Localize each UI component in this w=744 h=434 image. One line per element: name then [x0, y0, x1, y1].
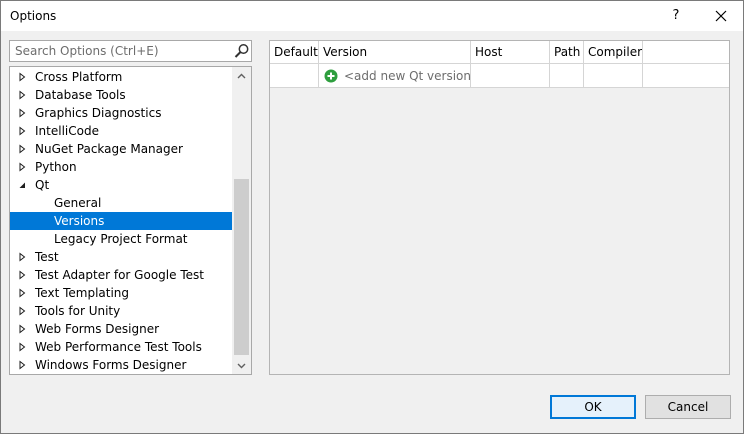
tree-item[interactable]: Legacy Project Format	[10, 230, 232, 248]
tree-item-label: Qt	[35, 178, 50, 192]
grid-header: Default Version Host Path Compiler	[270, 41, 729, 64]
tree-item[interactable]: Tools for Unity	[10, 302, 232, 320]
tree-item[interactable]: Python	[10, 158, 232, 176]
tree-item[interactable]: IntelliCode	[10, 122, 232, 140]
expand-arrow-icon[interactable]	[17, 126, 27, 136]
ok-button[interactable]: OK	[550, 395, 636, 419]
options-tree: Cross Platform Database Tools Graphics Dia…	[9, 66, 252, 375]
help-button[interactable]: ?	[653, 1, 699, 31]
tree-item-label: Text Templating	[35, 286, 130, 300]
qt-versions-grid: Default Version Host Path Compiler <add …	[269, 40, 730, 375]
tree-item[interactable]: Qt	[10, 176, 232, 194]
add-version-label[interactable]: <add new Qt version>	[344, 64, 470, 87]
cell-compiler	[584, 64, 643, 87]
tree-item[interactable]: Database Tools	[10, 86, 232, 104]
column-header-filler	[643, 41, 729, 63]
tree-item[interactable]: Test Adapter for Google Test	[10, 266, 232, 284]
search-input[interactable]	[10, 41, 230, 61]
expand-arrow-icon[interactable]	[17, 288, 27, 298]
tree-item[interactable]: Web Performance Test Tools	[10, 338, 232, 356]
close-button[interactable]	[699, 1, 743, 31]
expand-arrow-icon[interactable]	[17, 342, 27, 352]
expand-arrow-icon[interactable]	[17, 162, 27, 172]
tree-item-label: Python	[35, 160, 77, 174]
options-dialog: Options ? Cross Platform Database Tools Gr…	[0, 0, 744, 434]
tree-item[interactable]: Versions	[10, 212, 232, 230]
close-icon	[715, 10, 727, 22]
expand-arrow-icon[interactable]	[17, 108, 27, 118]
expand-arrow-icon[interactable]	[17, 72, 27, 82]
column-header-path[interactable]: Path	[550, 41, 584, 63]
add-version-cell[interactable]: <add new Qt version>	[319, 64, 471, 87]
cell-path	[550, 64, 584, 87]
tree-scrollbar[interactable]	[232, 67, 251, 374]
tree-item[interactable]: Windows Forms Designer	[10, 356, 232, 374]
tree-item-label: Test	[35, 250, 59, 264]
tree-item-label: NuGet Package Manager	[35, 142, 183, 156]
search-icon[interactable]	[234, 43, 250, 59]
tree-item-label: Database Tools	[35, 88, 126, 102]
expand-arrow-icon[interactable]	[17, 324, 27, 334]
tree-item[interactable]: Text Templating	[10, 284, 232, 302]
scroll-down-button[interactable]	[232, 357, 251, 374]
tree-item[interactable]: NuGet Package Manager	[10, 140, 232, 158]
expand-arrow-icon[interactable]	[17, 306, 27, 316]
expand-arrow-icon[interactable]	[17, 252, 27, 262]
tree-item-label: Web Forms Designer	[35, 322, 160, 336]
tree-item-label: Versions	[54, 214, 105, 228]
tree-item-label: General	[54, 196, 102, 210]
column-header-compiler[interactable]: Compiler	[584, 41, 643, 63]
tree-item-label: Web Performance Test Tools	[35, 340, 202, 354]
cell-filler	[643, 64, 729, 87]
chevron-down-icon	[237, 363, 246, 368]
plus-circle-icon[interactable]	[324, 69, 338, 83]
cancel-button[interactable]: Cancel	[645, 395, 731, 419]
tree-item[interactable]: Test	[10, 248, 232, 266]
tree-item-label: Legacy Project Format	[54, 232, 188, 246]
cell-default	[270, 64, 319, 87]
tree-item-label: Cross Platform	[35, 70, 123, 84]
chevron-up-icon	[237, 73, 246, 78]
search-box[interactable]	[9, 40, 252, 62]
scroll-up-button[interactable]	[232, 67, 251, 84]
tree-item[interactable]: General	[10, 194, 232, 212]
tree-item-label: IntelliCode	[35, 124, 99, 138]
column-header-default[interactable]: Default	[270, 41, 319, 63]
tree-item-label: Windows Forms Designer	[35, 358, 187, 372]
collapse-arrow-icon[interactable]	[17, 180, 27, 190]
expand-arrow-icon[interactable]	[17, 90, 27, 100]
scroll-thumb[interactable]	[234, 179, 249, 355]
tree-item[interactable]: Graphics Diagnostics	[10, 104, 232, 122]
expand-arrow-icon[interactable]	[17, 144, 27, 154]
column-header-version[interactable]: Version	[319, 41, 471, 63]
window-title: Options	[10, 9, 57, 23]
expand-arrow-icon[interactable]	[17, 270, 27, 280]
tree-item-label: Graphics Diagnostics	[35, 106, 162, 120]
add-version-row[interactable]: <add new Qt version>	[270, 64, 729, 88]
tree-item-label: Test Adapter for Google Test	[35, 268, 204, 282]
tree-item[interactable]: Web Forms Designer	[10, 320, 232, 338]
title-bar: Options ?	[1, 1, 743, 31]
column-header-host[interactable]: Host	[471, 41, 550, 63]
cell-host	[471, 64, 550, 87]
tree-list: Cross Platform Database Tools Graphics Dia…	[10, 68, 232, 374]
tree-item-label: Tools for Unity	[35, 304, 121, 318]
tree-item[interactable]: Cross Platform	[10, 68, 232, 86]
expand-arrow-icon[interactable]	[17, 360, 27, 370]
